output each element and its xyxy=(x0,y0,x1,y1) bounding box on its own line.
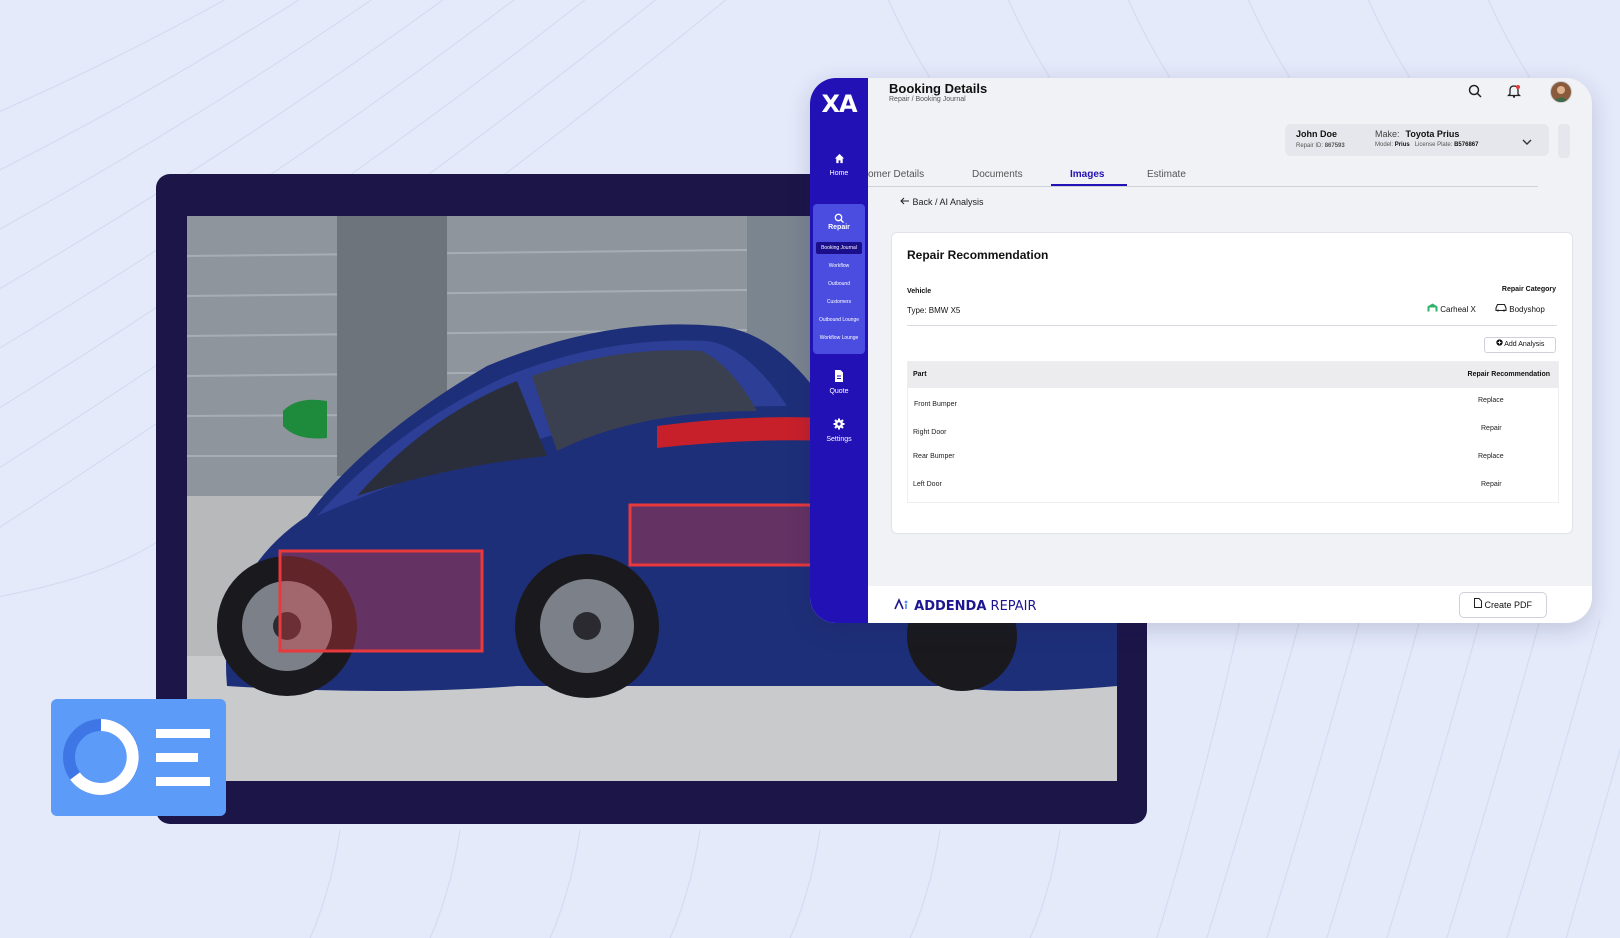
nav-home-label: Home xyxy=(829,170,849,177)
arrow-left-icon xyxy=(900,197,913,207)
row-part: Rear Bumper xyxy=(913,453,955,460)
recommendation-table: Part Repair Recommendation Front Bumper … xyxy=(907,361,1559,503)
panel-title: Repair Recommendation xyxy=(907,248,1049,262)
page-title: Booking Details xyxy=(889,81,988,96)
footer: ADDENDA REPAIR Create PDF xyxy=(868,586,1592,623)
addenda-mark-icon xyxy=(894,598,908,610)
row-recommendation: Repair xyxy=(1481,481,1502,488)
settings-icon xyxy=(812,418,866,432)
active-tab-indicator xyxy=(1051,184,1127,186)
nav-settings-label: Settings xyxy=(826,436,852,443)
plus-circle-icon xyxy=(1496,339,1503,348)
row-part: Front Bumper xyxy=(914,401,957,408)
search-icon[interactable] xyxy=(1468,84,1482,103)
repair-id: Repair ID: 867593 xyxy=(1296,143,1345,149)
nav-settings[interactable]: Settings xyxy=(812,418,866,443)
sub-booking-journal[interactable]: Booking Journal xyxy=(816,242,862,254)
vehicle-make: Make: Toyota Prius xyxy=(1375,129,1460,139)
nav-repair[interactable]: Repair xyxy=(813,224,865,231)
add-analysis-label: Add Analysis xyxy=(1504,341,1545,348)
tab-documents[interactable]: Documents xyxy=(972,169,1023,180)
document-icon xyxy=(1473,598,1482,610)
back-link-label: Back / AI Analysis xyxy=(912,197,984,207)
tab-bar: omer Details Documents Images Estimate xyxy=(868,166,1538,187)
row-part: Left Door xyxy=(913,481,942,488)
sub-outbound[interactable]: Outbound xyxy=(816,278,862,290)
nav-quote[interactable]: Quote xyxy=(812,370,866,395)
garage-icon xyxy=(1427,303,1438,314)
vehicle-model-plate: Model: Prius License Plate: B576867 xyxy=(1375,142,1479,148)
row-recommendation: Repair xyxy=(1481,425,1502,432)
quote-icon xyxy=(812,370,866,384)
row-part: Right Door xyxy=(913,429,947,436)
nav-quote-label: Quote xyxy=(829,388,849,395)
nav-repair-group: Repair Booking Journal Workflow Outbound… xyxy=(813,204,865,354)
vehicle-label: Vehicle xyxy=(907,288,932,295)
bell-icon[interactable] xyxy=(1506,84,1522,103)
category-carheal[interactable]: Carheal X xyxy=(1427,303,1476,314)
repair-recommendation-panel: Repair Recommendation Vehicle Type: BMW … xyxy=(891,232,1573,534)
create-pdf-label: Create PDF xyxy=(1484,600,1533,610)
sub-customers[interactable]: Customers xyxy=(816,296,862,308)
table-header: Part Repair Recommendation xyxy=(908,362,1558,388)
header-part: Part xyxy=(913,371,927,378)
breadcrumb: Repair / Booking Journal xyxy=(889,96,966,103)
analysis-card-icon xyxy=(51,699,226,816)
header-recommendation: Repair Recommendation xyxy=(1467,371,1550,378)
app-window: XA Home Repair Booking Journal Workflow … xyxy=(810,78,1592,623)
back-link[interactable]: Back / AI Analysis xyxy=(900,197,984,207)
sub-outbound-lounge[interactable]: Outbound Lounge xyxy=(816,314,862,326)
scroll-handle[interactable] xyxy=(1558,124,1570,158)
tab-customer-details[interactable]: omer Details xyxy=(868,169,924,180)
sidebar: XA Home Repair Booking Journal Workflow … xyxy=(810,78,868,623)
avatar[interactable] xyxy=(1550,81,1572,103)
category-bodyshop-label: Bodyshop xyxy=(1509,305,1545,314)
vehicle-type: Type: BMW X5 xyxy=(907,306,961,315)
nav-home[interactable]: Home xyxy=(812,153,866,177)
create-pdf-button[interactable]: Create PDF xyxy=(1459,592,1547,618)
row-recommendation: Replace xyxy=(1478,397,1504,404)
sub-workflow-lounge[interactable]: Workflow Lounge xyxy=(816,332,862,344)
addenda-logo: ADDENDA REPAIR xyxy=(894,598,1037,614)
add-analysis-button[interactable]: Add Analysis xyxy=(1484,337,1556,353)
sub-workflow[interactable]: Workflow xyxy=(816,260,862,272)
chevron-down-icon[interactable] xyxy=(1521,134,1533,152)
customer-card[interactable]: John Doe Repair ID: 867593 Make: Toyota P… xyxy=(1285,124,1549,156)
repair-category-label: Repair Category xyxy=(1501,286,1556,293)
category-carheal-label: Carheal X xyxy=(1440,305,1476,314)
row-recommendation: Replace xyxy=(1478,453,1504,460)
tab-images[interactable]: Images xyxy=(1070,169,1104,180)
customer-name: John Doe xyxy=(1296,129,1338,139)
car-icon xyxy=(1495,303,1507,314)
tab-estimate[interactable]: Estimate xyxy=(1147,169,1186,180)
app-logo: XA xyxy=(821,90,857,118)
divider xyxy=(907,325,1557,326)
category-bodyshop[interactable]: Bodyshop xyxy=(1495,303,1545,314)
home-icon xyxy=(812,153,866,166)
